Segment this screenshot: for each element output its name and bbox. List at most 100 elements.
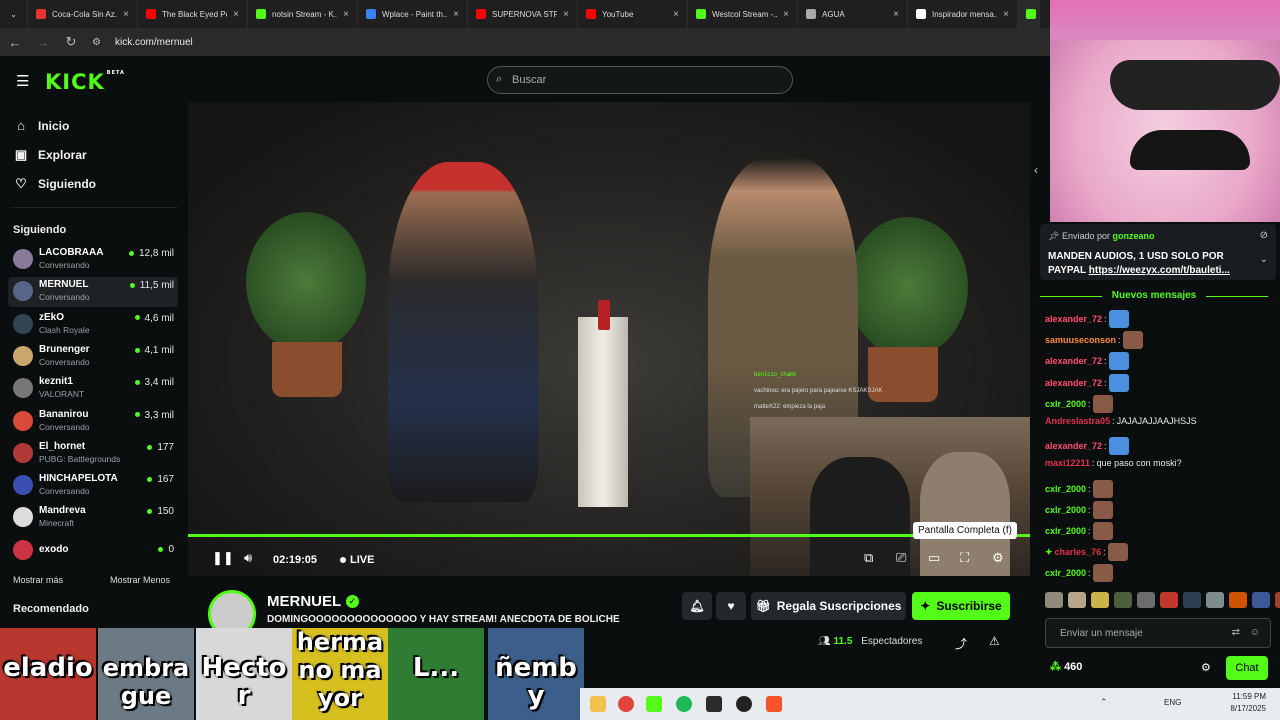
emote-icon[interactable]	[1045, 592, 1063, 608]
sidebar-channel[interactable]: HINCHAPELOTA Conversando 167	[8, 471, 178, 501]
browser-tab[interactable]: AGUA ×	[798, 0, 908, 28]
chat-input[interactable]: Enviar un mensaje ⇄ ☺	[1045, 618, 1271, 648]
clip-icon[interactable]: ⎚	[896, 550, 906, 566]
follow-button[interactable]: ♥	[716, 592, 746, 620]
emote-icon[interactable]	[1252, 592, 1270, 608]
pause-icon[interactable]: ❚❚	[212, 550, 234, 566]
video-thumbnail[interactable]: eladio	[0, 628, 96, 720]
share-icon[interactable]: ⤴	[955, 635, 967, 652]
sidebar-channel[interactable]: keznit1 VALORANT 3,4 mil	[8, 374, 178, 404]
browser-tab[interactable]: The Black Eyed Pe...×	[138, 0, 248, 28]
video-thumbnail[interactable]: embra gue	[98, 628, 194, 720]
chat-send-button[interactable]: Chat	[1226, 656, 1268, 680]
report-icon[interactable]: ⚠	[989, 634, 1000, 648]
reload-icon[interactable]: ↻	[64, 34, 78, 50]
sidebar-channel[interactable]: MERNUEL Conversando 11,5 mil	[8, 277, 178, 308]
browser-tab[interactable]: Wplace - Paint th... ×	[358, 0, 468, 28]
menu-icon[interactable]: ☰	[16, 72, 29, 90]
channel-points[interactable]: ⁂ 460	[1050, 660, 1082, 673]
emote-icon[interactable]	[1206, 592, 1224, 608]
video-thumbnail[interactable]: ñemb y	[488, 628, 584, 720]
channel-avatar	[13, 475, 33, 496]
subscribe-button[interactable]: ✦ Suscribirse	[912, 592, 1010, 620]
emoji-icon[interactable]: ☺	[1250, 627, 1260, 638]
browser-tab[interactable]: YouTube ×	[578, 0, 688, 28]
spotify-icon[interactable]	[676, 696, 692, 712]
emote-icon[interactable]	[1160, 592, 1178, 608]
sidebar-channel[interactable]: zEkO Clash Royale 4,6 mil	[8, 310, 178, 340]
gift-subs-button[interactable]: 🎁︎ Regala Suscripciones	[751, 592, 906, 620]
nav-following[interactable]: ♡ Siguiendo	[14, 176, 96, 192]
live-indicator[interactable]: LIVE	[340, 554, 374, 566]
sidebar-channel[interactable]: exodo 0	[8, 536, 178, 566]
close-icon[interactable]: ×	[343, 9, 349, 20]
url-field[interactable]: kick.com/mernuel	[115, 37, 193, 48]
back-icon[interactable]: ←	[8, 35, 22, 50]
browser-tab[interactable]: SUPERNOVA STR...×	[468, 0, 578, 28]
emote-icon[interactable]	[1183, 592, 1201, 608]
system-clock[interactable]: 11:59 PM 8/17/2025	[1230, 691, 1266, 715]
nav-home[interactable]: ⌂ Inicio	[14, 118, 69, 133]
nav-browse[interactable]: ▣ Explorar	[14, 147, 87, 163]
video-player[interactable]: ben1c1o_chaile vachinoo: era pajero para…	[188, 102, 1030, 576]
sidebar-channel[interactable]: LACOBRAAA Conversando 12,8 mil	[8, 245, 178, 275]
tray-chevron-icon[interactable]: ⌃	[1100, 697, 1108, 708]
settings-icon[interactable]: ⚙	[992, 550, 1004, 566]
close-icon[interactable]: ×	[233, 9, 239, 20]
close-icon[interactable]: ×	[1003, 9, 1009, 20]
close-icon[interactable]: ×	[673, 9, 679, 20]
volume-icon[interactable]: 🔊︎	[244, 550, 252, 566]
close-icon[interactable]: ×	[123, 9, 129, 20]
pip-icon[interactable]: ⧉	[864, 550, 873, 566]
sidebar-channel[interactable]: El_hornet PUBG: Battlegrounds 177	[8, 439, 178, 469]
video-thumbnail[interactable]: Hecto r	[196, 628, 292, 720]
browser-tab[interactable]: Coca-Cola Sin Az... ×	[28, 0, 138, 28]
emote-icon[interactable]	[1137, 592, 1155, 608]
chat-message: cxlr_2000:	[1045, 564, 1113, 583]
forward-icon[interactable]: →	[36, 35, 50, 50]
collapse-chat-icon[interactable]: ‹	[1034, 163, 1038, 177]
tab-list-button[interactable]: ⌄	[0, 0, 28, 28]
terminal-icon[interactable]	[706, 696, 722, 712]
site-info-icon[interactable]: ⚙	[92, 37, 101, 48]
browser-tab[interactable]: notsin Stream - K... ×	[248, 0, 358, 28]
streamer-name[interactable]: MERNUEL	[267, 593, 341, 610]
close-icon[interactable]: ×	[563, 9, 569, 20]
sidebar-channel[interactable]: Mandreva Minecraft 150	[8, 503, 178, 533]
plant-left	[246, 212, 366, 352]
search-input[interactable]: ⌕ Buscar	[487, 66, 793, 94]
browser-tab[interactable]: M	[1018, 0, 1040, 28]
language-indicator[interactable]: ENG	[1164, 698, 1181, 707]
show-more-link[interactable]: Mostrar más	[13, 575, 63, 585]
emote-icon[interactable]	[1068, 592, 1086, 608]
obs-icon[interactable]	[736, 696, 752, 712]
emote-icon[interactable]	[1091, 592, 1109, 608]
translate-icon[interactable]: ⇄	[1232, 627, 1240, 638]
browser-tab[interactable]: Westcol Stream -... ×	[688, 0, 798, 28]
expand-icon[interactable]: ⌄	[1260, 254, 1268, 265]
sidebar-channel[interactable]: Bananirou Conversando 3,3 mil	[8, 407, 178, 437]
chrome-icon[interactable]	[618, 696, 634, 712]
kick-logo[interactable]: KICK BETA	[45, 70, 125, 94]
show-less-link[interactable]: Mostrar Menos	[110, 575, 170, 585]
emote-icon[interactable]	[1229, 592, 1247, 608]
close-icon[interactable]: ×	[783, 9, 789, 20]
fullscreen-icon[interactable]: ⛶	[960, 550, 969, 566]
close-icon[interactable]: ×	[453, 9, 459, 20]
video-thumbnail[interactable]: L...	[388, 628, 484, 720]
unpin-icon[interactable]: ⊘	[1260, 230, 1268, 241]
file-explorer-icon[interactable]	[590, 696, 606, 712]
video-thumbnail[interactable]: herma no ma yor	[292, 628, 388, 720]
emote-icon[interactable]	[1275, 592, 1280, 608]
theater-mode-icon[interactable]: ▭	[928, 550, 940, 566]
close-icon[interactable]: ×	[893, 9, 899, 20]
browser-tab[interactable]: Inspirador mensa... ×	[908, 0, 1018, 28]
brave-icon[interactable]	[766, 696, 782, 712]
chat-settings-icon[interactable]: ⚙	[1201, 661, 1211, 674]
kick-app-icon[interactable]	[646, 696, 662, 712]
notifications-button[interactable]: 🔔︎	[682, 592, 712, 620]
sidebar-channel[interactable]: Brunenger Conversando 4,1 mil	[8, 342, 178, 372]
pinned-link[interactable]: https://weezyx.com/t/bauleti...	[1089, 265, 1230, 276]
progress-bar[interactable]	[188, 534, 1030, 537]
emote-icon[interactable]	[1114, 592, 1132, 608]
